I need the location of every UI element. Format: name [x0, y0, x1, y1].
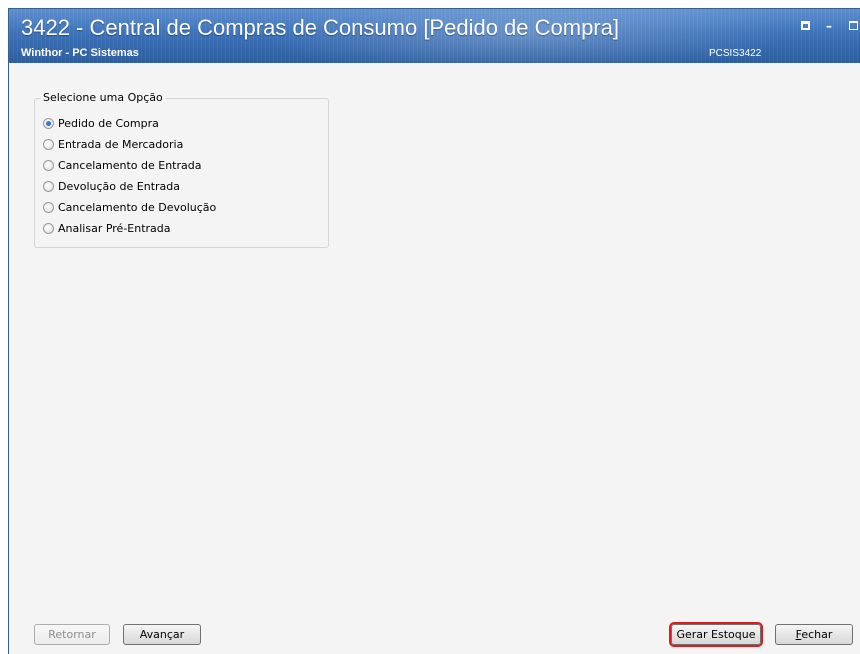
fechar-button[interactable]: Fechar [775, 624, 853, 645]
window-subtitle: Winthor - PC Sistemas [21, 47, 139, 59]
option-label: Devolução de Entrada [58, 180, 180, 193]
option-label: Entrada de Mercadoria [58, 138, 184, 151]
radio-icon[interactable] [43, 160, 54, 171]
radio-icon[interactable] [43, 139, 54, 150]
minimize-button[interactable]: – [821, 19, 837, 33]
main-content: Selecione uma Opção Pedido de Compra Ent… [9, 63, 860, 654]
app-window: 3422 - Central de Compras de Consumo [Pe… [8, 8, 860, 654]
window-title: 3422 - Central de Compras de Consumo [Pe… [21, 15, 619, 40]
gerar-estoque-button[interactable]: Gerar Estoque [669, 622, 763, 647]
maximize-button[interactable] [845, 19, 860, 33]
restore-button[interactable] [797, 19, 813, 33]
option-label: Pedido de Compra [58, 117, 159, 130]
option-devolucao-de-entrada[interactable]: Devolução de Entrada [43, 176, 216, 197]
radio-icon[interactable] [43, 202, 54, 213]
restore-icon [800, 21, 810, 30]
retornar-button[interactable]: Retornar [34, 624, 110, 645]
option-groupbox: Selecione uma Opção Pedido de Compra Ent… [34, 91, 329, 248]
routine-code: PCSIS3422 [709, 48, 762, 59]
window-controls: – [797, 19, 860, 33]
avancar-button[interactable]: Avançar [123, 624, 201, 645]
radio-icon[interactable] [43, 223, 54, 234]
option-pedido-de-compra[interactable]: Pedido de Compra [43, 113, 216, 134]
radio-icon[interactable] [43, 181, 54, 192]
option-cancelamento-de-devolucao[interactable]: Cancelamento de Devolução [43, 197, 216, 218]
option-analisar-pre-entrada[interactable]: Analisar Pré-Entrada [43, 218, 216, 239]
option-label: Cancelamento de Entrada [58, 159, 202, 172]
radio-icon[interactable] [43, 118, 54, 129]
option-cancelamento-de-entrada[interactable]: Cancelamento de Entrada [43, 155, 216, 176]
groupbox-legend: Selecione uma Opção [41, 91, 165, 104]
option-label: Cancelamento de Devolução [58, 201, 217, 214]
minimize-icon: – [826, 19, 832, 33]
option-label: Analisar Pré-Entrada [58, 222, 171, 235]
option-list: Pedido de Compra Entrada de Mercadoria C… [43, 113, 216, 239]
fechar-label: echar [801, 628, 833, 641]
title-bar[interactable]: 3422 - Central de Compras de Consumo [Pe… [9, 9, 860, 63]
maximize-icon [848, 21, 858, 30]
option-entrada-de-mercadoria[interactable]: Entrada de Mercadoria [43, 134, 216, 155]
